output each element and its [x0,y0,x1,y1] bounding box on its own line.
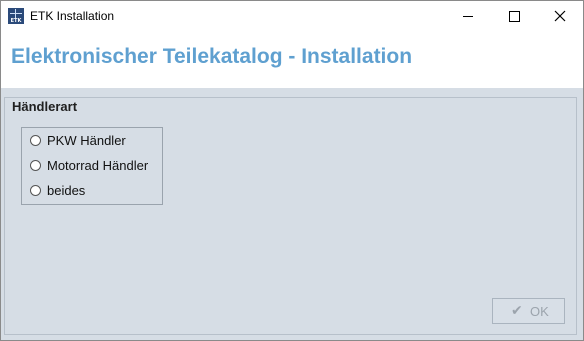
dealer-type-radio-group: PKW Händler Motorrad Händler beides [21,127,163,205]
ok-button-label: OK [530,304,549,319]
maximize-button[interactable] [491,1,537,32]
radio-button-icon[interactable] [30,135,41,146]
radio-label: PKW Händler [47,133,126,148]
content-panel: Händlerart PKW Händler Motorrad Händler … [1,88,583,340]
ok-button[interactable]: ✔ OK [492,298,565,324]
minimize-icon [463,16,473,17]
title-bar[interactable]: ETK ETK Installation [1,1,583,32]
groupbox-label: Händlerart [11,99,79,114]
maximize-icon [509,11,520,22]
app-icon-text: ETK [10,18,22,24]
page-title: Elektronischer Teilekatalog - Installati… [11,45,413,68]
window-title: ETK Installation [30,9,115,23]
header-banner: Elektronischer Teilekatalog - Installati… [1,32,583,88]
close-icon [554,10,566,22]
close-button[interactable] [537,1,583,32]
installer-window: ETK ETK Installation Elektronischer Teil… [0,0,584,341]
radio-button-icon[interactable] [30,160,41,171]
radio-button-icon[interactable] [30,185,41,196]
minimize-button[interactable] [445,1,491,32]
radio-label: Motorrad Händler [47,158,149,173]
checkmark-icon: ✔ [511,303,523,319]
radio-label: beides [47,183,86,198]
app-icon: ETK [8,8,24,24]
